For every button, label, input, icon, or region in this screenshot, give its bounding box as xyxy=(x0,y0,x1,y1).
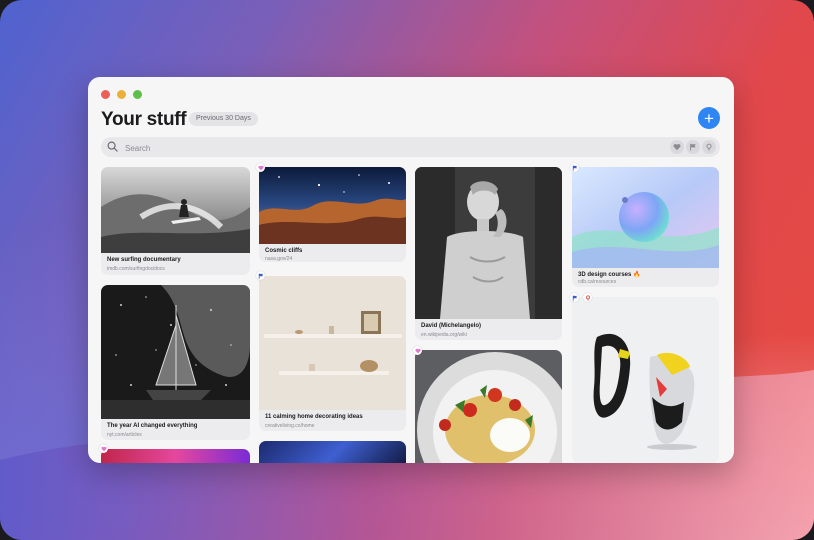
card-title: New surfing documentary xyxy=(107,257,181,263)
card-title: The year AI changed everything xyxy=(107,423,198,429)
card-sneakers[interactable] xyxy=(572,297,719,463)
flag-icon xyxy=(572,165,577,171)
pin-icon xyxy=(706,143,712,151)
sailing-ship-image xyxy=(101,285,250,419)
card-url: creativeliving.co/home xyxy=(265,423,315,429)
card-url: cdb.ca/resources xyxy=(578,279,617,285)
page-title: Your stuff xyxy=(101,109,187,130)
sneakers-image xyxy=(572,297,719,463)
heart-badge xyxy=(413,346,422,355)
heart-filter[interactable] xyxy=(670,140,684,154)
shelves-image xyxy=(259,276,406,410)
card-portrait[interactable] xyxy=(259,441,406,463)
flag-badge xyxy=(570,293,579,302)
heart-badge xyxy=(256,163,265,172)
card-pasta[interactable] xyxy=(415,350,562,463)
card-url: en.wikipedia.org/wiki xyxy=(421,332,467,338)
pin-badge xyxy=(583,293,592,302)
card-surfing[interactable]: New surfing documentary imdb.com/surfing… xyxy=(101,167,250,275)
heart-icon xyxy=(257,165,264,170)
add-button[interactable]: + xyxy=(698,107,720,129)
heart-icon xyxy=(100,446,107,451)
pin-filter[interactable] xyxy=(702,140,716,154)
card-title: 11 calming home decorating ideas xyxy=(265,414,363,420)
app-window: Your stuff Previous 30 Days + Search New… xyxy=(88,77,734,463)
flag-icon xyxy=(572,295,577,301)
card-bottom-left[interactable] xyxy=(101,449,250,463)
pasta-image xyxy=(415,350,562,463)
minimize-button[interactable] xyxy=(117,90,126,99)
pink-image xyxy=(101,449,250,463)
flag-filter[interactable] xyxy=(686,140,700,154)
flag-icon xyxy=(690,143,696,151)
date-range-pill[interactable]: Previous 30 Days xyxy=(189,112,258,126)
3d-sphere-image xyxy=(572,167,719,268)
heart-icon xyxy=(414,348,421,353)
pin-icon xyxy=(585,294,590,301)
heart-icon xyxy=(673,144,681,151)
card-url: imdb.com/surfingdocidocs xyxy=(107,266,165,272)
surfing-image xyxy=(101,167,250,253)
card-3d-design[interactable]: 3D design courses 🔥 cdb.ca/resources xyxy=(572,167,719,287)
zoom-button[interactable] xyxy=(133,90,142,99)
card-cosmic[interactable]: Cosmic cliffs nasa.gov/24 xyxy=(259,167,406,262)
portrait-image xyxy=(259,441,406,463)
card-url: nasa.gov/24 xyxy=(265,256,293,262)
card-title: 3D design courses 🔥 xyxy=(578,272,641,278)
david-statue-image xyxy=(415,167,562,319)
flag-badge xyxy=(256,271,265,280)
flag-icon xyxy=(258,273,263,279)
close-button[interactable] xyxy=(101,90,110,99)
card-david[interactable]: David (Michelangelo) en.wikipedia.org/wi… xyxy=(415,167,562,340)
card-title: Cosmic cliffs xyxy=(265,248,303,254)
search-bar xyxy=(101,137,720,157)
card-url: nyt.com/articles xyxy=(107,432,142,438)
card-home[interactable]: 11 calming home decorating ideas creativ… xyxy=(259,276,406,431)
filter-group xyxy=(670,140,716,154)
search-input[interactable] xyxy=(123,139,527,157)
search-icon xyxy=(107,141,118,152)
card-title: David (Michelangelo) xyxy=(421,323,482,329)
cosmic-cliffs-image xyxy=(259,167,406,244)
heart-badge xyxy=(99,444,108,453)
card-ai[interactable]: The year AI changed everything nyt.com/a… xyxy=(101,285,250,440)
window-controls xyxy=(101,90,142,99)
flag-badge xyxy=(570,163,579,172)
